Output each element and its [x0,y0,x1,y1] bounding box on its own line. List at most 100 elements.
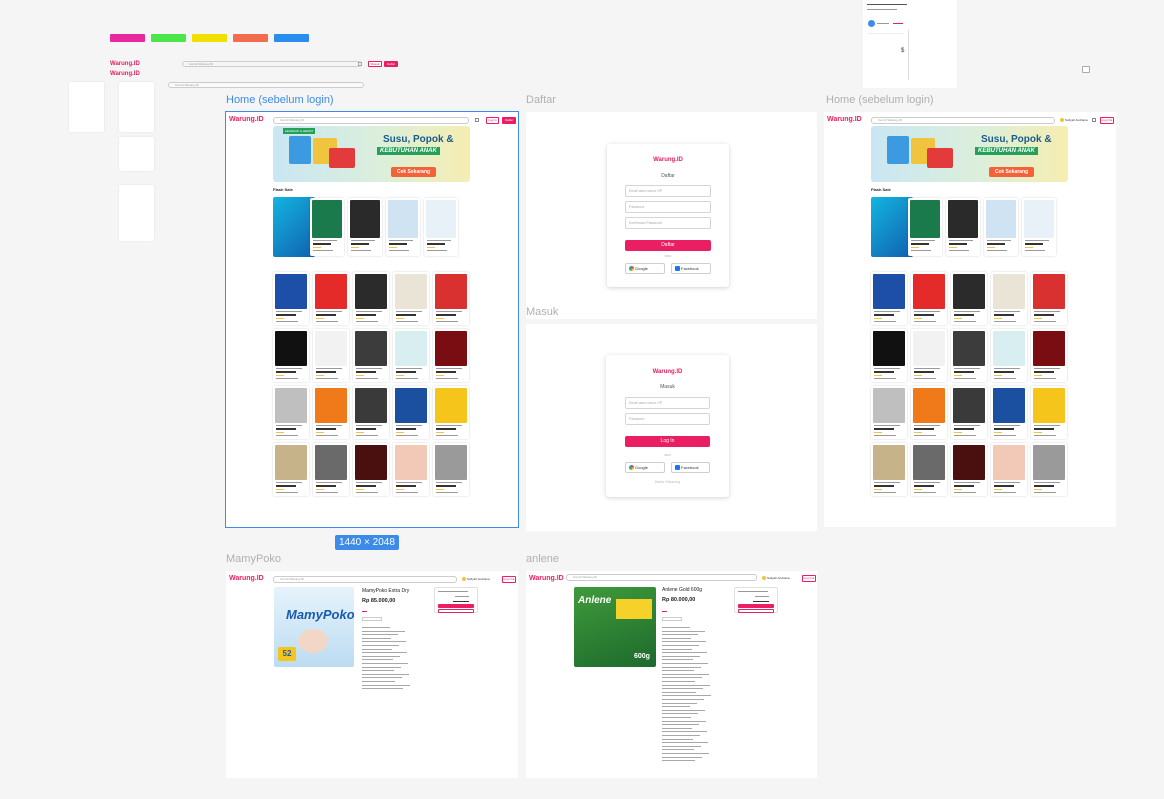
frame-label-mamypoko[interactable]: MamyPoko [226,553,281,565]
facebook-button[interactable]: Facebook [671,263,711,274]
facebook-button[interactable]: Facebook [671,462,710,473]
product-card[interactable] [433,443,469,496]
component-login-button[interactable]: Masuk [368,61,382,67]
buy-button[interactable] [738,604,774,608]
flash-sale-hero[interactable] [871,197,913,257]
google-button[interactable]: Google [625,462,665,473]
product-card[interactable] [1031,443,1067,496]
product-card[interactable] [313,272,349,325]
comment-icon[interactable] [1082,66,1090,73]
product-card[interactable] [433,386,469,439]
flash-sale-card[interactable] [348,198,382,256]
avatar[interactable] [1060,118,1064,122]
product-card[interactable] [871,443,907,496]
login-button[interactable]: Log In [486,117,499,124]
product-card[interactable] [911,443,947,496]
cart-icon[interactable] [1092,118,1096,122]
frame-mobile-preview[interactable]: $ [863,0,957,88]
search-input[interactable]: Cari di Warung.ID [566,574,757,581]
product-card[interactable] [433,329,469,382]
password-field[interactable]: Password [625,201,711,213]
logout-button[interactable]: Log Out [502,576,516,583]
product-card[interactable] [313,329,349,382]
logout-button[interactable]: Log Out [1100,117,1114,124]
register-link[interactable]: Daftar Sekarang [606,480,729,484]
banner-cta-button[interactable]: Cek Sekarang [391,167,437,177]
product-card[interactable] [433,272,469,325]
product-card[interactable] [911,386,947,439]
flash-sale-card[interactable] [386,198,420,256]
frame-home-before-login[interactable]: Warung.ID Cari di Warung.ID Log In Dafta… [225,111,519,528]
product-card[interactable] [871,272,907,325]
component-cart-icon[interactable] [358,62,362,66]
flash-sale-card[interactable] [310,198,344,256]
frame-label-masuk[interactable]: Masuk [526,306,558,318]
banner-cta-button[interactable]: Cek Sekarang [989,167,1035,177]
password-field[interactable]: Password [625,413,710,425]
buy-button[interactable] [438,604,474,608]
product-card[interactable] [273,272,309,325]
frame-daftar[interactable]: Warung.ID Daftar Email atau nomor HP Pas… [526,112,817,319]
avatar[interactable] [762,576,766,580]
product-card[interactable] [951,443,987,496]
flash-sale-hero[interactable] [273,197,315,257]
logo[interactable]: Warung.ID [229,116,264,123]
product-card[interactable] [1031,386,1067,439]
product-card[interactable] [871,386,907,439]
logout-button[interactable]: Log Out [802,575,816,582]
component-register-button[interactable]: Daftar [384,61,398,67]
logo[interactable]: Warung.ID [827,116,862,123]
logo[interactable]: Warung.ID [229,575,264,582]
search-input[interactable]: Cari di Warung.ID [273,117,469,124]
product-card[interactable] [991,272,1027,325]
register-submit-button[interactable]: Daftar [625,240,711,251]
product-card[interactable] [393,386,429,439]
product-card[interactable] [991,386,1027,439]
avatar[interactable] [462,577,466,581]
logo[interactable]: Warung.ID [529,575,564,582]
product-card[interactable] [393,443,429,496]
product-card[interactable] [991,443,1027,496]
register-button[interactable]: Daftar [502,117,516,124]
product-card[interactable] [1031,329,1067,382]
component-search-input-2[interactable]: Cari di Warung.ID [168,82,364,88]
product-card[interactable] [991,329,1027,382]
product-card[interactable] [273,443,309,496]
product-card[interactable] [911,329,947,382]
flash-sale-card[interactable] [908,198,942,256]
frame-label-home-2[interactable]: Home (sebelum login) [826,94,934,106]
frame-label-anlene[interactable]: anlene [526,553,559,565]
promo-banner[interactable]: Susu, Popok & KEBUTUHAN ANAK Cek Sekaran… [871,126,1068,182]
frame-anlene[interactable]: Warung.ID Cari di Warung.ID Sofiyah Andr… [526,571,817,778]
flash-sale-card[interactable] [424,198,458,256]
product-card[interactable] [353,386,389,439]
swatch-yellow[interactable] [192,34,227,42]
product-card[interactable] [273,329,309,382]
component-search-input[interactable]: Cari di Warung.ID [182,61,362,67]
user-name[interactable]: Sofiyah Andriana [467,577,490,581]
product-card[interactable] [273,386,309,439]
cart-icon[interactable] [475,118,479,122]
login-submit-button[interactable]: Log In [625,436,710,447]
product-card[interactable] [951,329,987,382]
product-card[interactable] [951,272,987,325]
frame-label-daftar[interactable]: Daftar [526,94,556,106]
flash-sale-card[interactable] [1022,198,1056,256]
user-name[interactable]: Sofiyah Andriana [767,576,790,580]
swatch-green[interactable] [151,34,186,42]
swatch-orange[interactable] [233,34,268,42]
product-card[interactable] [313,443,349,496]
email-field[interactable]: Email atau nomor HP [625,185,711,197]
flash-sale-card[interactable] [984,198,1018,256]
product-card[interactable] [871,329,907,382]
product-card[interactable] [1031,272,1067,325]
frame-home-logged-in[interactable]: Warung.ID Cari di Warung.ID Sofiyah Andr… [824,112,1116,527]
product-card[interactable] [951,386,987,439]
product-card[interactable] [911,272,947,325]
add-to-cart-button[interactable] [438,609,474,613]
google-button[interactable]: Google [625,263,665,274]
promo-banner[interactable]: LENGKAP & HEMAT Susu, Popok & KEBUTUHAN … [273,126,470,182]
search-input[interactable]: Cari di Warung.ID [871,117,1055,124]
product-card[interactable] [393,329,429,382]
user-name[interactable]: Sofiyah Andriana [1065,118,1088,122]
